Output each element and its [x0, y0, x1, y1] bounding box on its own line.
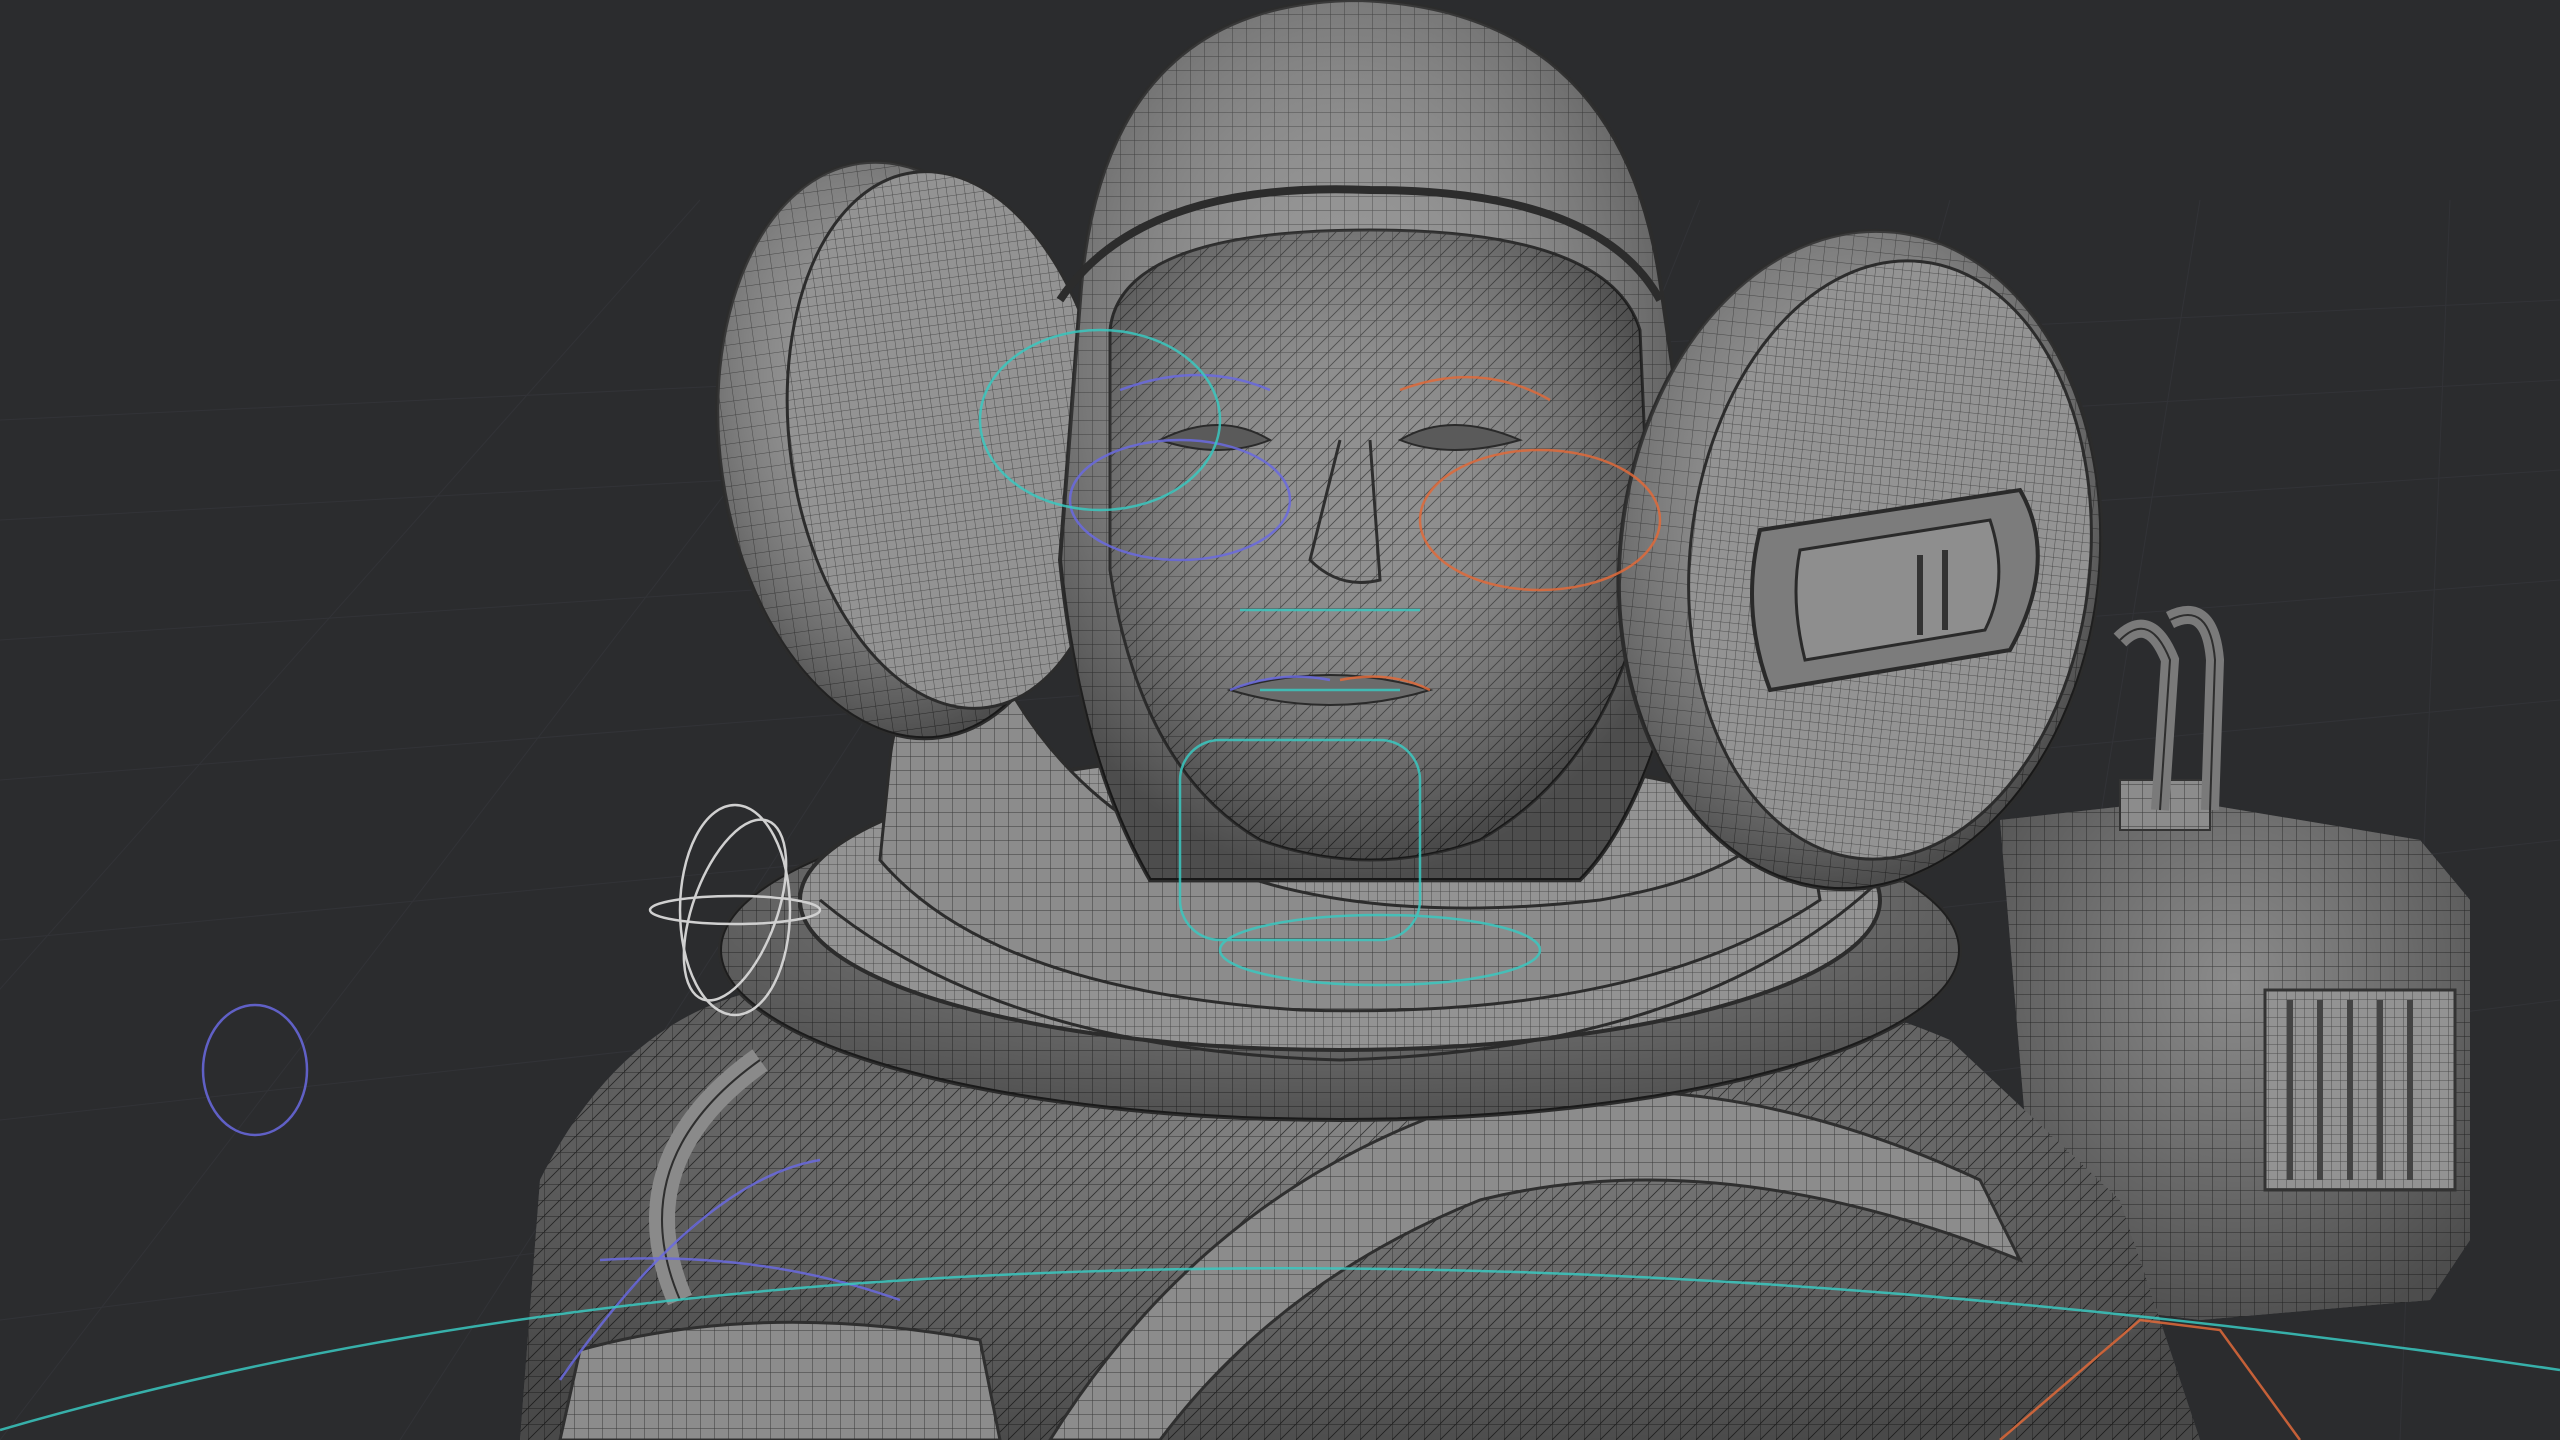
face [1108, 228, 1652, 862]
3d-viewport[interactable] [0, 0, 2560, 1440]
viewport-canvas[interactable] [0, 0, 2560, 1440]
